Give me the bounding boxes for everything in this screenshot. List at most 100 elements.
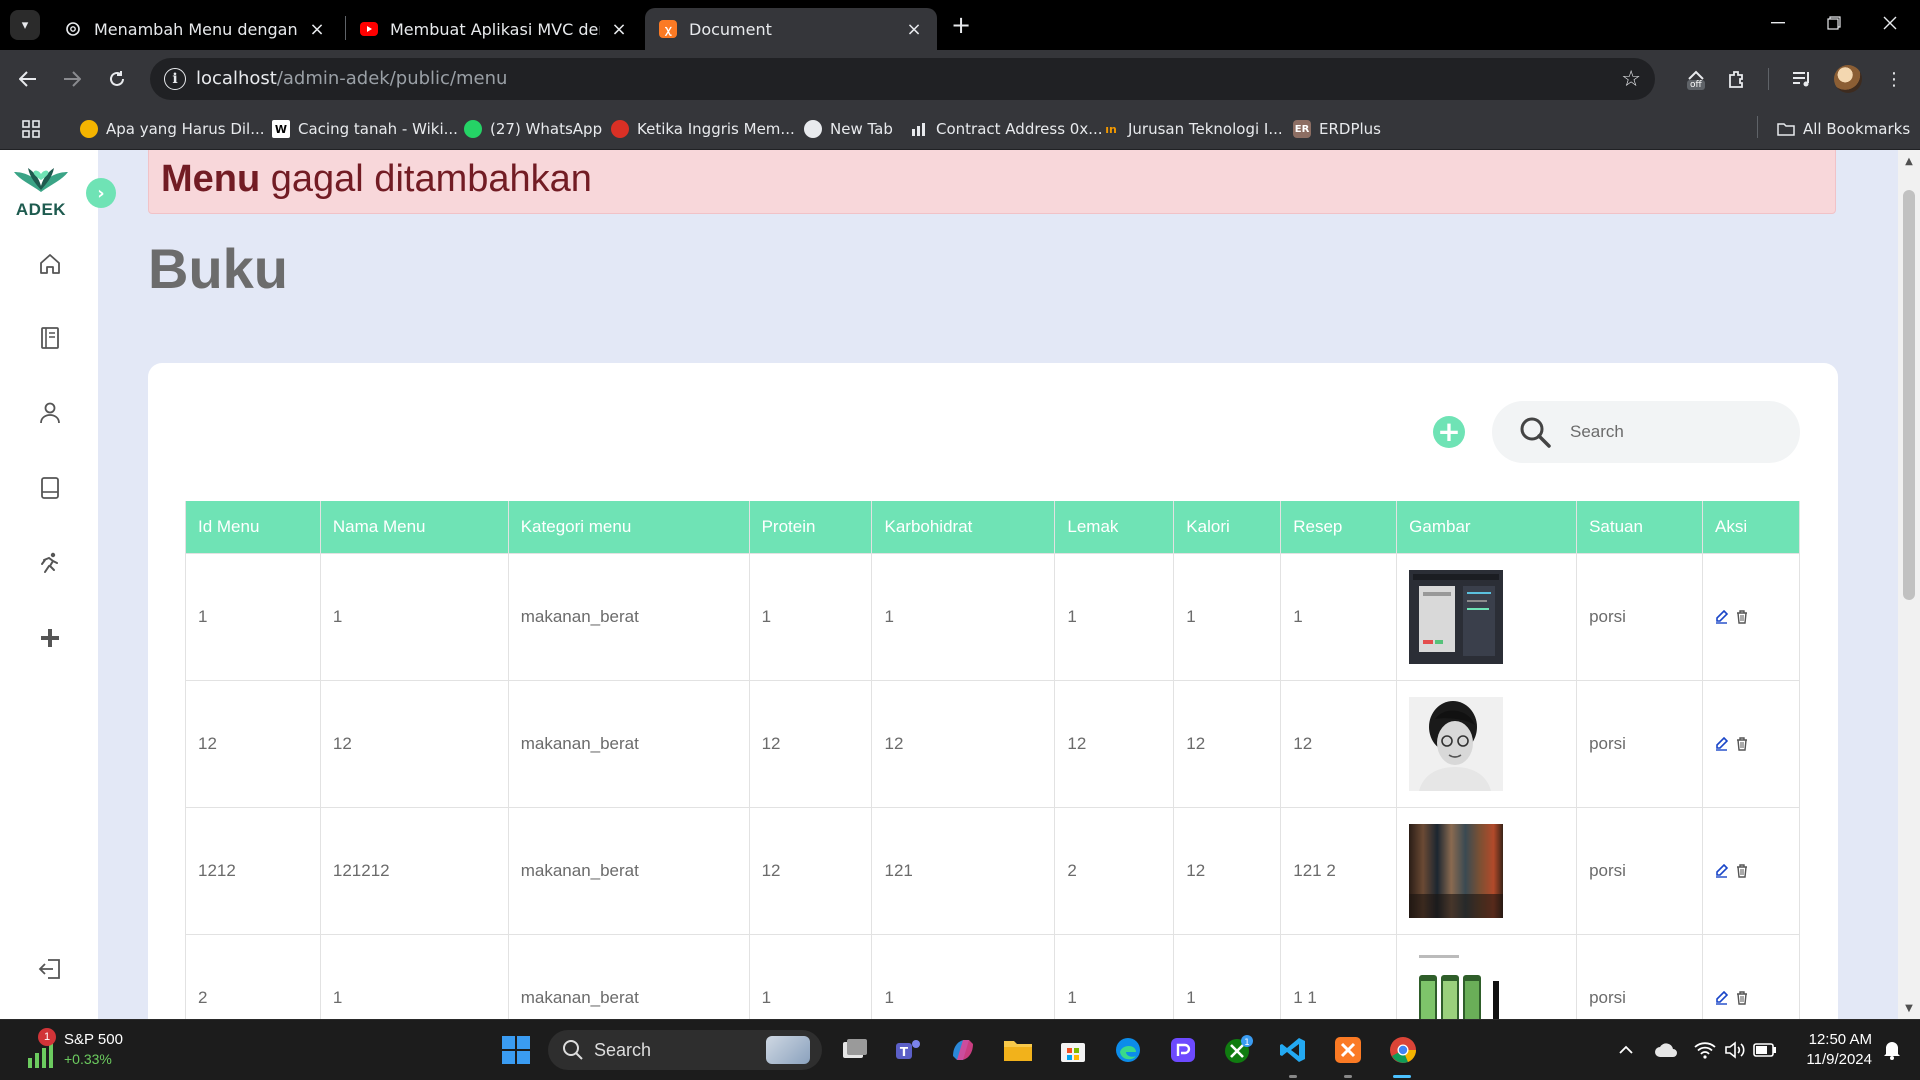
cell-id: 12 (185, 679, 321, 808)
bookmark-item[interactable]: New Tab (804, 116, 893, 142)
back-icon[interactable] (12, 63, 44, 95)
extensions-icon[interactable] (1720, 63, 1752, 95)
page-scrollbar[interactable]: ▲ ▼ (1898, 150, 1920, 1019)
reload-icon[interactable] (101, 63, 133, 95)
file-explorer-icon[interactable] (998, 1030, 1038, 1070)
bookmark-item[interactable]: Ketika Inggris Mem... (611, 116, 795, 142)
cell-kalori: 12 (1173, 806, 1282, 935)
table-row: 1212 121212 makanan_berat 12 121 2 12 12… (185, 806, 1801, 935)
plus-icon[interactable] (36, 624, 64, 652)
table-row: 1 1 makanan_berat 1 1 1 1 1 porsi (185, 552, 1801, 681)
onedrive-icon[interactable] (1654, 1038, 1678, 1062)
site-info-icon[interactable]: i (164, 68, 186, 90)
tab-search-button[interactable]: ▾ (10, 10, 40, 40)
vscode-icon[interactable] (1273, 1030, 1313, 1070)
windows-start-icon[interactable] (496, 1030, 536, 1070)
close-tab-icon[interactable]: × (308, 19, 326, 40)
delete-icon[interactable] (1736, 736, 1749, 751)
restore-icon[interactable] (1814, 8, 1854, 38)
adek-logo[interactable]: ADEK (10, 162, 72, 222)
copilot-icon[interactable] (943, 1030, 983, 1070)
user-icon[interactable] (36, 399, 64, 427)
edit-icon[interactable] (1715, 990, 1728, 1005)
battery-icon[interactable] (1753, 1038, 1777, 1062)
book-icon[interactable] (36, 324, 64, 352)
volume-icon[interactable] (1723, 1038, 1747, 1062)
search-highlight-image (766, 1036, 810, 1064)
close-tab-icon[interactable]: × (905, 19, 923, 40)
sidebar-toggle-button[interactable]: › (86, 178, 116, 208)
edit-icon[interactable] (1715, 863, 1728, 878)
chart-icon (910, 120, 928, 138)
bookmark-item[interactable]: Contract Address 0x... (910, 116, 1103, 142)
scrollbar-thumb[interactable] (1903, 190, 1915, 600)
task-view-icon[interactable] (835, 1030, 875, 1070)
bookmark-star-icon[interactable]: ☆ (1621, 67, 1641, 92)
cell-lemak: 1 (1054, 933, 1175, 1019)
cell-lemak: 1 (1054, 552, 1175, 681)
running-icon[interactable] (36, 549, 64, 577)
search-input[interactable] (1570, 415, 1780, 449)
forward-icon[interactable] (56, 63, 88, 95)
svg-text:T: T (900, 1045, 909, 1059)
edit-icon[interactable] (1715, 736, 1728, 751)
media-control-icon[interactable] (1786, 63, 1818, 95)
tab-menambah-menu[interactable]: Menambah Menu dengan Alert × (50, 8, 340, 50)
bookmark-item[interactable]: (27) WhatsApp (464, 116, 602, 142)
menu-image-thumbnail (1409, 569, 1504, 664)
bookmark-item[interactable]: W Cacing tanah - Wiki... (272, 116, 458, 142)
profile-avatar[interactable] (1834, 65, 1862, 93)
bookmark-item[interactable]: ER ERDPlus (1293, 116, 1381, 142)
system-clock[interactable]: 12:50 AM 11/9/2024 (1790, 1030, 1872, 1070)
scroll-down-icon[interactable]: ▼ (1898, 999, 1920, 1017)
new-tab-button[interactable]: + (948, 11, 974, 39)
url-text[interactable]: localhost/admin-adek/public/menu (196, 68, 507, 89)
home-icon[interactable] (36, 250, 64, 278)
add-menu-button[interactable]: + (1433, 416, 1465, 448)
tab-document[interactable]: ꭓ Document × (645, 8, 937, 50)
tab-membuat-aplikasi[interactable]: Membuat Aplikasi MVC dengan × (346, 8, 642, 50)
logo-text: ADEK (15, 200, 67, 219)
edge-icon[interactable] (1108, 1030, 1148, 1070)
stock-widget[interactable]: 1 S&P 500 +0.33% (22, 1028, 182, 1074)
table-row: 2 1 makanan_berat 1 1 1 1 1 1 porsi (185, 933, 1801, 1019)
wifi-icon[interactable] (1693, 1038, 1717, 1062)
cell-resep: 121 2 (1280, 806, 1398, 935)
delete-icon[interactable] (1736, 609, 1749, 624)
tablet-icon[interactable] (36, 474, 64, 502)
bookmark-item[interactable]: ın Jurusan Teknologi I... (1102, 116, 1282, 142)
chrome-icon[interactable] (1383, 1030, 1423, 1070)
notification-bell-icon[interactable] (1880, 1038, 1904, 1062)
running-indicator (1289, 1075, 1297, 1078)
edit-icon[interactable] (1715, 609, 1728, 624)
close-tab-icon[interactable]: × (610, 19, 628, 40)
menu-icon[interactable]: ⋮ (1878, 63, 1910, 95)
close-window-icon[interactable] (1870, 8, 1910, 38)
bookmarks-separator (1757, 116, 1758, 138)
column-header: Resep (1280, 501, 1398, 554)
minimize-icon[interactable] (1758, 8, 1798, 38)
taskbar-search[interactable]: Search (548, 1030, 822, 1070)
search-icon (563, 1040, 583, 1060)
cell-kalori: 12 (1173, 679, 1282, 808)
extension-off-icon[interactable] (1680, 63, 1712, 95)
alert-text: gagal ditambahkan (260, 158, 592, 200)
cell-lemak: 2 (1054, 806, 1175, 935)
bookmark-item[interactable]: Apa yang Harus Dil... (80, 116, 265, 142)
delete-icon[interactable] (1736, 990, 1749, 1005)
logout-icon[interactable] (36, 955, 64, 983)
erdplus-icon: ER (1293, 120, 1311, 138)
apps-icon[interactable] (22, 116, 40, 142)
address-bar[interactable]: i localhost/admin-adek/public/menu ☆ (150, 58, 1655, 100)
microsoft-store-icon[interactable] (1053, 1030, 1093, 1070)
chevron-up-icon[interactable] (1614, 1038, 1638, 1062)
proton-vpn-icon[interactable] (1163, 1030, 1203, 1070)
teams-icon[interactable]: T (888, 1030, 928, 1070)
all-bookmarks[interactable]: All Bookmarks (1777, 116, 1910, 142)
xampp-taskbar-icon[interactable] (1328, 1030, 1368, 1070)
alert-bold-text: Menu (161, 158, 261, 200)
widget-name: S&P 500 (64, 1031, 123, 1048)
scroll-up-icon[interactable]: ▲ (1898, 152, 1920, 170)
xbox-icon[interactable]: 1 (1218, 1030, 1258, 1070)
delete-icon[interactable] (1736, 863, 1749, 878)
